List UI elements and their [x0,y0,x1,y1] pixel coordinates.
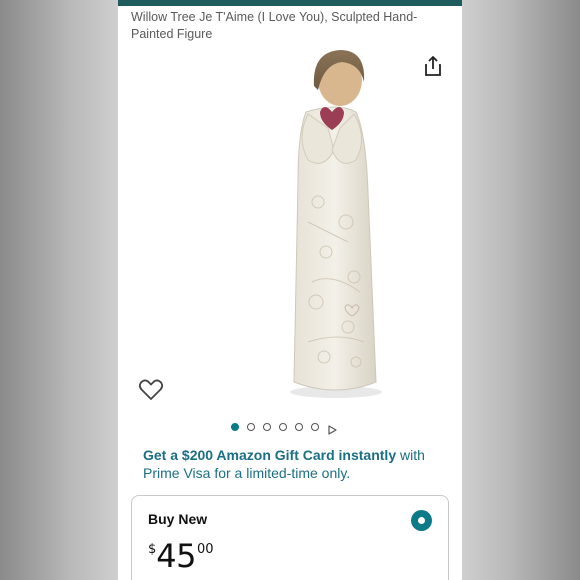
share-icon[interactable] [421,54,445,78]
carousel-indicator[interactable] [231,420,337,435]
selected-radio-icon[interactable] [411,510,432,531]
carousel-dot[interactable] [263,423,271,431]
carousel-dot[interactable] [311,423,319,431]
product-title: Willow Tree Je T'Aime (I Love You), Scul… [131,10,418,41]
product-image[interactable] [268,42,398,402]
price-fraction: 00 [197,542,214,557]
promo-bold-text: Get a $200 Amazon Gift Card instantly [143,447,397,463]
top-bar [118,0,462,6]
carousel-dot[interactable] [231,423,239,431]
price: $4500 [148,538,214,574]
product-page: Willow Tree Je T'Aime (I Love You), Scul… [118,0,462,580]
wishlist-heart-icon[interactable] [138,378,164,402]
background-right [462,0,580,580]
price-whole: 45 [156,537,196,575]
carousel-dot[interactable] [247,423,255,431]
play-triangle-icon[interactable] [327,422,337,435]
carousel-dot[interactable] [295,423,303,431]
carousel-dot[interactable] [279,423,287,431]
background-left [0,0,118,580]
buy-new-label: Buy New [148,511,208,527]
promo-banner[interactable]: Get a $200 Amazon Gift Card instantly wi… [143,446,443,482]
currency-symbol: $ [148,542,157,557]
buy-new-option[interactable]: Buy New $4500 [131,495,449,580]
